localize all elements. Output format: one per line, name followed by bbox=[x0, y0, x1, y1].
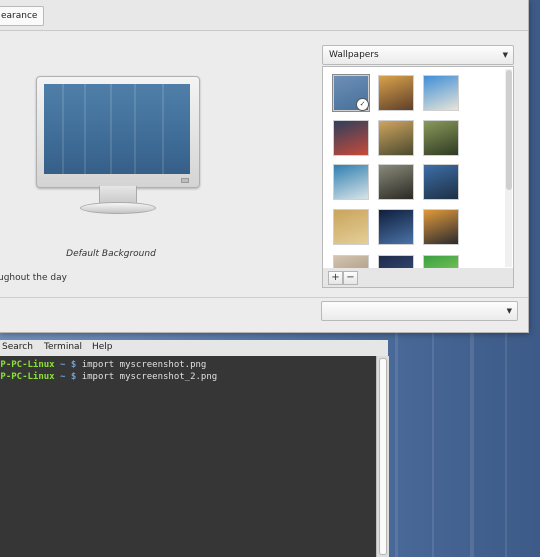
wallpaper-thumbnail-field-sunset[interactable] bbox=[378, 120, 414, 156]
secondary-dropdown[interactable]: ▼ bbox=[321, 301, 518, 321]
wallpaper-thumbnail-default-blue[interactable]: ✓ bbox=[332, 74, 370, 112]
monitor-screen bbox=[44, 84, 190, 174]
wallpaper-thumbnail-orange-dusk[interactable] bbox=[423, 209, 459, 245]
terminal-line: HP-PC-Linux ~ $ import myscreenshot.png bbox=[0, 360, 207, 370]
wallpaper-button-bar: + − bbox=[322, 268, 514, 288]
terminal-output[interactable]: HP-PC-Linux ~ $ import myscreenshot.png … bbox=[0, 356, 376, 557]
terminal-window: Search Terminal Help HP-PC-Linux ~ $ imp… bbox=[0, 340, 389, 557]
add-wallpaper-button[interactable]: + bbox=[328, 271, 343, 285]
terminal-menubar: Search Terminal Help bbox=[0, 340, 388, 357]
wallpapers-dropdown-label: Wallpapers bbox=[329, 50, 379, 60]
selected-check-icon: ✓ bbox=[356, 98, 369, 111]
monitor-preview bbox=[36, 76, 200, 221]
separator bbox=[0, 297, 528, 298]
wallpaper-thumbnail-sky-wall[interactable] bbox=[423, 75, 459, 111]
wallpaper-thumbnails: ✓ bbox=[322, 66, 514, 270]
terminal-scrollbar-thumb[interactable] bbox=[379, 358, 387, 555]
wallpaper-thumbnail-night-sky[interactable] bbox=[378, 209, 414, 245]
remove-wallpaper-button[interactable]: − bbox=[343, 271, 358, 285]
menu-help[interactable]: Help bbox=[92, 342, 113, 352]
terminal-scrollbar[interactable] bbox=[376, 356, 389, 557]
dropdown-arrow-icon: ▼ bbox=[502, 51, 508, 59]
dropdown-arrow-icon: ▼ bbox=[506, 307, 512, 315]
monitor-frame bbox=[36, 76, 200, 188]
monitor-base bbox=[80, 202, 156, 214]
background-name: Default Background bbox=[66, 249, 156, 259]
appearance-window: earance Default Background ughout the da… bbox=[0, 0, 529, 333]
wallpaper-thumbnail-green-grass[interactable] bbox=[423, 120, 459, 156]
wallpaper-thumbnail-sunset-clouds[interactable] bbox=[378, 75, 414, 111]
wallpaper-thumbnail-road-horizon[interactable] bbox=[423, 164, 459, 200]
monitor-power-led bbox=[181, 178, 189, 183]
wallpaper-thumbnail-railway-tunnel[interactable] bbox=[378, 164, 414, 200]
wallpapers-dropdown[interactable]: Wallpapers ▼ bbox=[322, 45, 514, 65]
appearance-toolbar: earance bbox=[0, 0, 528, 31]
thumbnail-scrollbar-thumb[interactable] bbox=[506, 70, 512, 190]
wallpaper-thumbnail-sand-dune[interactable] bbox=[333, 209, 369, 245]
slideshow-label[interactable]: ughout the day bbox=[0, 273, 67, 283]
tab-appearance[interactable]: earance bbox=[0, 6, 45, 26]
menu-terminal[interactable]: Terminal bbox=[44, 342, 82, 352]
terminal-line: HP-PC-Linux ~ $ import myscreenshot_2.pn… bbox=[0, 372, 218, 382]
wallpaper-thumbnail-city-night[interactable] bbox=[333, 120, 369, 156]
wallpaper-thumbnail-coast-blue[interactable] bbox=[333, 164, 369, 200]
menu-search[interactable]: Search bbox=[2, 342, 33, 352]
